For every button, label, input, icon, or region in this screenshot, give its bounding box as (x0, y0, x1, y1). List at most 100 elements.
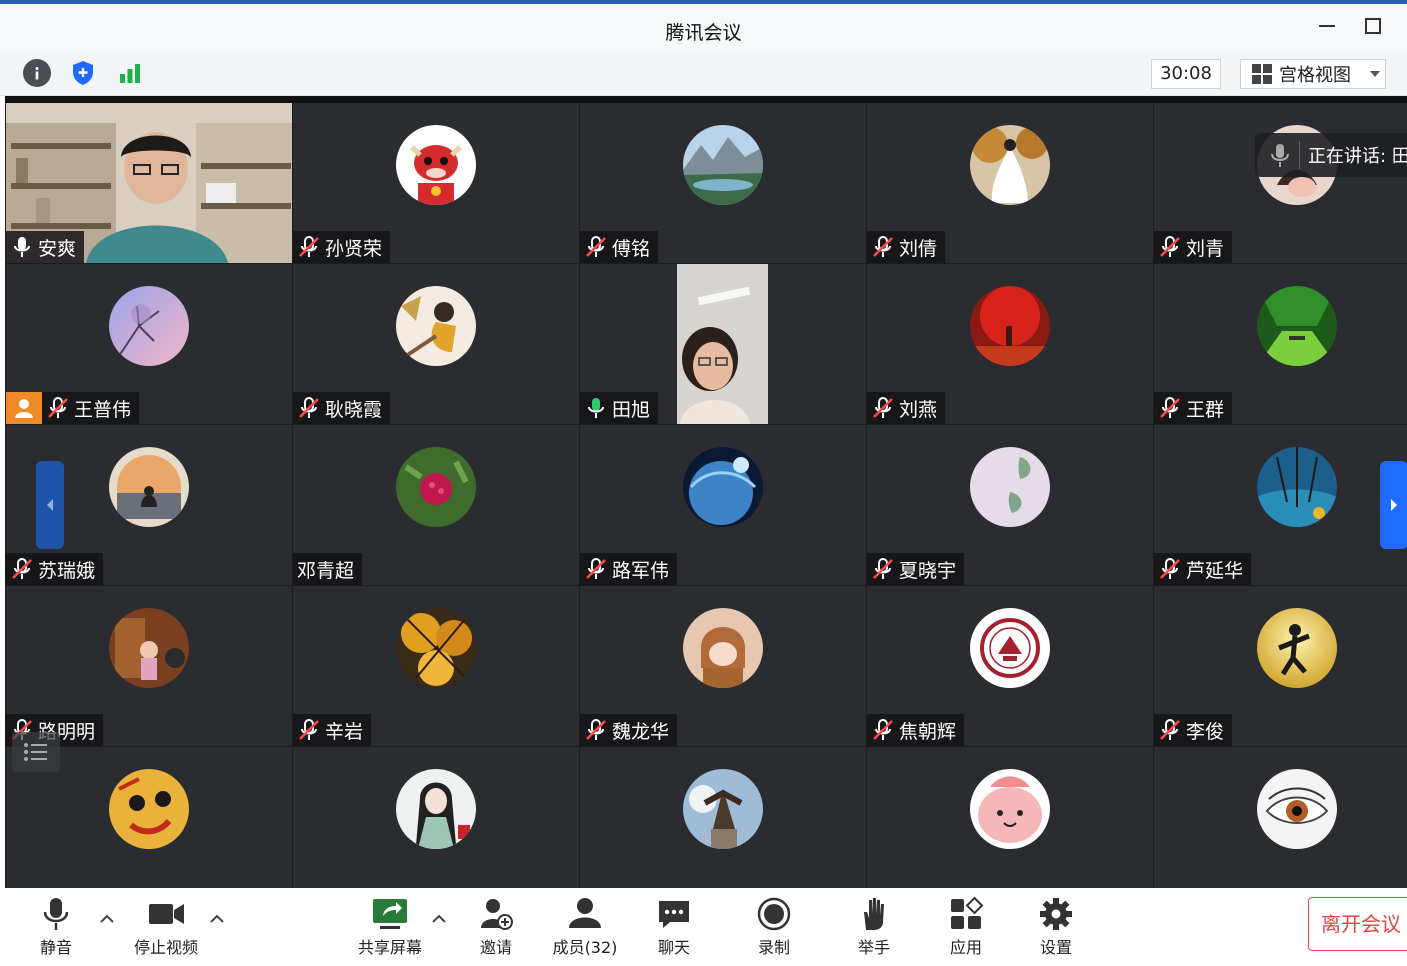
avatar (683, 608, 763, 688)
mic-muted-icon (873, 558, 893, 579)
participant-name: 王群 (1186, 398, 1225, 421)
apps-button[interactable]: 应用 (926, 896, 1006, 960)
avatar (683, 125, 763, 205)
chevron-right-icon (1391, 499, 1397, 511)
members-button[interactable]: 成员(32) (544, 896, 626, 960)
participant-tile-active-speaker[interactable]: 田旭 (580, 264, 866, 424)
share-options-caret[interactable] (432, 912, 448, 928)
participant-tile[interactable]: 安爽 (6, 103, 292, 263)
settings-label: 设置 (1039, 938, 1072, 957)
audio-options-caret[interactable] (100, 912, 116, 928)
participant-tile[interactable] (867, 747, 1153, 888)
mic-on-icon (14, 237, 30, 257)
list-menu-button[interactable] (12, 732, 60, 772)
grid-view-icon (1252, 64, 1272, 84)
participant-tile[interactable] (1154, 747, 1407, 888)
avatar (109, 608, 189, 688)
participant-tile[interactable]: 刘倩 (867, 103, 1153, 263)
speaker-mic-icon (1271, 144, 1289, 167)
video-grid: 安爽 孙贤荣 傅铭 刘倩 刘青 王普伟 耿晓霞 田旭 刘燕 王群 苏瑞娥 邓青超… (5, 96, 1407, 888)
participant-tile[interactable]: 傅铭 (580, 103, 866, 263)
participant-tile[interactable]: 魏龙华 (580, 586, 866, 746)
record-label: 录制 (757, 938, 790, 957)
participant-name: 苏瑞娥 (38, 559, 96, 582)
hand-icon (864, 898, 884, 930)
avatar (109, 447, 189, 527)
gear-icon (1040, 898, 1072, 930)
record-button[interactable]: 录制 (734, 896, 814, 960)
stop-video-label: 停止视频 (133, 938, 198, 957)
microphone-icon (43, 898, 69, 930)
participant-name: 焦朝辉 (899, 720, 957, 743)
mic-muted-icon (1160, 558, 1180, 579)
participant-tile[interactable] (293, 747, 579, 888)
mic-muted-icon (873, 719, 893, 740)
name-tag: 焦朝辉 (867, 714, 965, 746)
page-next-button[interactable] (1380, 461, 1407, 549)
avatar (1257, 286, 1337, 366)
video-options-caret[interactable] (210, 912, 226, 928)
invite-button[interactable]: 邀请 (456, 896, 536, 960)
invite-label: 邀请 (479, 938, 512, 957)
participant-tile[interactable]: 王群 (1154, 264, 1407, 424)
mute-label: 静音 (39, 938, 72, 957)
participant-tile[interactable]: 焦朝辉 (867, 586, 1153, 746)
info-icon[interactable] (23, 59, 51, 87)
view-mode-select[interactable]: 宫格视图 (1240, 59, 1386, 89)
participant-tile[interactable] (580, 747, 866, 888)
meeting-toolbar: 30:08 宫格视图 (0, 52, 1407, 96)
avatar (683, 769, 763, 849)
participant-tile[interactable]: 刘青 (1154, 103, 1407, 263)
list-icon (24, 743, 47, 761)
chevron-up-icon (210, 914, 224, 923)
raise-hand-button[interactable]: 举手 (834, 896, 914, 960)
participant-tile[interactable]: 路明明 (6, 586, 292, 746)
leave-meeting-button[interactable]: 离开会议 (1308, 897, 1407, 951)
security-shield-icon[interactable] (69, 59, 97, 87)
participant-tile[interactable]: 夏晓宇 (867, 425, 1153, 585)
mic-muted-icon (586, 719, 606, 740)
page-prev-button[interactable] (36, 461, 64, 549)
participant-tile[interactable]: 邓青超 (293, 425, 579, 585)
participant-tile[interactable]: 耿晓霞 (293, 264, 579, 424)
name-tag: 刘倩 (867, 231, 946, 263)
minimize-button[interactable] (1312, 16, 1342, 42)
view-mode-label: 宫格视图 (1279, 65, 1351, 86)
members-icon (569, 898, 601, 928)
avatar (1257, 447, 1337, 527)
participant-tile[interactable]: 王普伟 (6, 264, 292, 424)
meeting-timer: 30:08 (1151, 59, 1221, 89)
participant-tile[interactable]: 芦延华 (1154, 425, 1407, 585)
maximize-button[interactable] (1358, 16, 1388, 42)
avatar (396, 286, 476, 366)
stop-video-button[interactable]: 停止视频 (126, 896, 206, 960)
chevron-up-icon (100, 914, 114, 923)
mute-button[interactable]: 静音 (16, 896, 96, 960)
chat-icon (659, 901, 689, 928)
participant-tile[interactable]: 路军伟 (580, 425, 866, 585)
name-tag: 魏龙华 (580, 714, 678, 746)
avatar (1257, 769, 1337, 849)
avatar (683, 447, 763, 527)
avatar (970, 769, 1050, 849)
bottom-controls: 静音 停止视频 共享屏幕 邀请 成员(32) 聊天 录制 举手 应用 设置 离开… (0, 888, 1407, 966)
participant-tile[interactable]: 辛岩 (293, 586, 579, 746)
avatar (970, 608, 1050, 688)
participant-name: 田旭 (612, 398, 651, 421)
participant-name: 夏晓宇 (899, 559, 957, 582)
avatar (396, 447, 476, 527)
participant-name: 刘倩 (899, 237, 938, 260)
network-signal-icon[interactable] (116, 59, 144, 87)
chat-button[interactable]: 聊天 (634, 896, 714, 960)
share-screen-button[interactable]: 共享屏幕 (350, 896, 430, 960)
settings-button[interactable]: 设置 (1016, 896, 1096, 960)
mic-muted-icon (586, 236, 606, 257)
participant-tile[interactable]: 孙贤荣 (293, 103, 579, 263)
participant-tile[interactable]: 刘燕 (867, 264, 1153, 424)
participant-name: 李俊 (1186, 720, 1225, 743)
participant-name: 刘燕 (899, 398, 938, 421)
participant-tile[interactable]: 李俊 (1154, 586, 1407, 746)
speaking-label: 正在讲话: 田 (1308, 146, 1407, 167)
share-screen-label: 共享屏幕 (357, 938, 422, 957)
avatar (970, 286, 1050, 366)
